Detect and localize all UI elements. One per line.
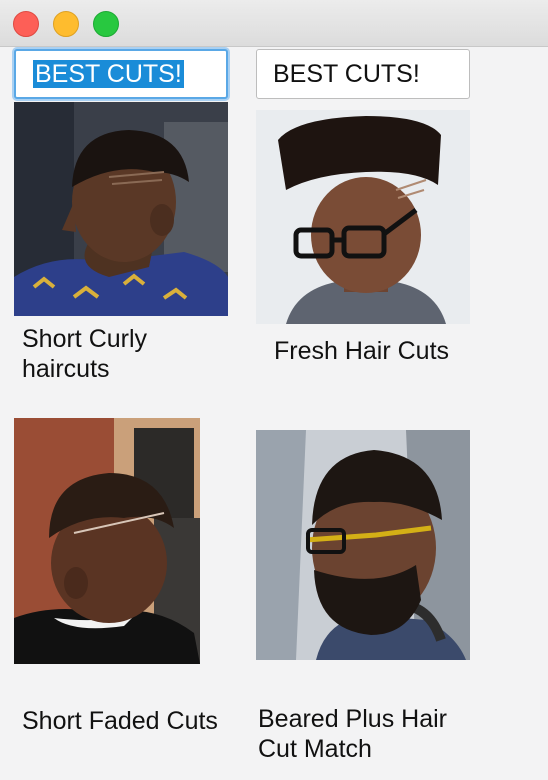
caption-fresh-hair-cuts: Fresh Hair Cuts — [274, 336, 449, 366]
close-window-button[interactable] — [13, 11, 39, 37]
field-text: BEST CUTS! — [273, 60, 420, 88]
minimize-window-button[interactable] — [53, 11, 79, 37]
selected-text: BEST CUTS! — [33, 60, 184, 88]
caption-line: haircuts — [22, 355, 110, 383]
title-field-left[interactable]: BEST CUTS! — [14, 49, 228, 99]
caption-short-faded-cuts: Short Faded Cuts — [22, 706, 218, 736]
caption-short-curly: Short Curly haircuts — [22, 324, 147, 384]
window-titlebar — [0, 0, 548, 47]
zoom-window-button[interactable] — [93, 11, 119, 37]
caption-beared-plus: Beared Plus Hair Cut Match — [258, 704, 447, 764]
caption-line: Short Faded Cuts — [22, 707, 218, 735]
caption-line: Cut Match — [258, 735, 372, 763]
short-curly-haircut-photo[interactable] — [14, 102, 228, 316]
caption-line: Fresh Hair Cuts — [274, 337, 450, 365]
flat-top-haircut-photo[interactable] — [256, 110, 470, 324]
caption-line: Short Curly — [22, 325, 148, 353]
short-faded-haircut-photo[interactable] — [14, 418, 200, 664]
beard-fade-haircut-photo[interactable] — [256, 430, 470, 660]
caption-line: Beared Plus Hair — [258, 705, 447, 733]
title-field-right[interactable]: BEST CUTS! — [256, 49, 470, 99]
